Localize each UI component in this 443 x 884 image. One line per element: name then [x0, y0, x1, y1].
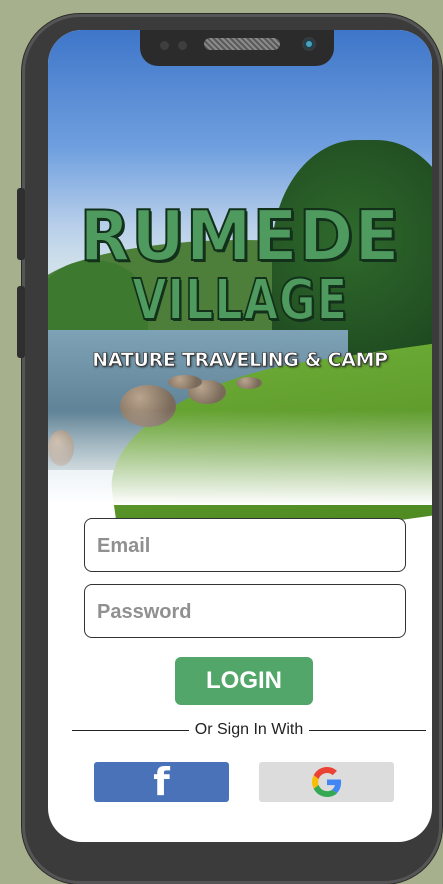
divider-label: Or Sign In With: [194, 721, 304, 738]
password-input[interactable]: [95, 585, 399, 639]
divider-line: [72, 729, 189, 731]
phone-notch: [140, 30, 334, 66]
google-signin-button[interactable]: [259, 762, 394, 802]
rock: [236, 377, 262, 389]
facebook-icon: f: [153, 760, 170, 804]
sensor-dot: [160, 41, 169, 50]
email-field[interactable]: [84, 518, 406, 573]
app-title-line1: RUMEDE: [78, 195, 401, 278]
app-tagline: NATURE TRAVELING & CAMP: [92, 349, 388, 372]
front-camera: [302, 37, 316, 51]
password-field[interactable]: [84, 584, 406, 639]
sensor-dot: [178, 41, 187, 50]
rock: [168, 375, 202, 389]
volume-up-button: [17, 188, 25, 260]
volume-down-button: [17, 286, 25, 358]
email-input[interactable]: [95, 519, 399, 573]
hero-fade: [48, 410, 432, 505]
facebook-signin-button[interactable]: f: [94, 762, 229, 802]
hero-image: RUMEDE VILLAGE NATURE TRAVELING & CAMP: [48, 30, 432, 560]
login-button[interactable]: LOGIN: [175, 657, 313, 705]
app-screen: RUMEDE VILLAGE NATURE TRAVELING & CAMP L…: [48, 30, 432, 842]
google-icon: [311, 767, 341, 797]
social-divider: Or Sign In With: [72, 720, 427, 740]
divider-line: [309, 729, 427, 731]
app-title-line2: VILLAGE: [131, 267, 349, 334]
speaker-grille: [204, 38, 280, 50]
